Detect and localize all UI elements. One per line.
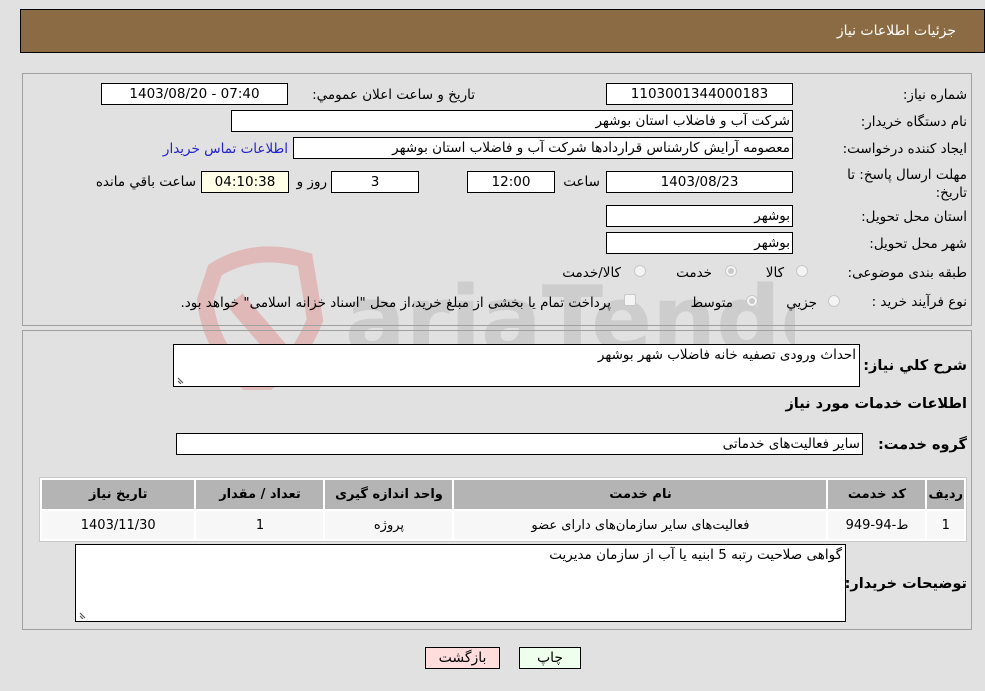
cell-service-code: ط-94-949: [828, 511, 926, 539]
print-button[interactable]: چاپ: [519, 647, 581, 669]
category-radio-goods[interactable]: [796, 265, 808, 277]
cell-service-name: فعالیت‌های سایر سازمان‌های دارای عضو: [454, 511, 827, 539]
deadline-time-label: ساعت: [563, 174, 600, 190]
purchase-type-label: نوع فرآیند خرید :: [871, 294, 967, 310]
page-title: جزئیات اطلاعات نیاز: [836, 23, 956, 39]
cell-quantity: 1: [196, 511, 324, 539]
page-header: جزئیات اطلاعات نیاز: [20, 9, 985, 53]
service-group-field: سایر فعالیت‌های خدماتی: [176, 433, 863, 455]
table-header-row: ردیف کد خدمت نام خدمت واحد اندازه گیری ت…: [42, 480, 964, 509]
purchase-radio-minor[interactable]: [828, 295, 840, 307]
services-section-title: اطلاعات خدمات مورد نیاز: [785, 396, 967, 412]
announce-datetime-label: تاریخ و ساعت اعلان عمومي:: [312, 87, 475, 103]
buyer-notes-label: توضیحات خریدار:: [844, 576, 967, 592]
buyer-org-label: نام دستگاه خریدار:: [860, 114, 967, 130]
buyer-notes-text: گواهی صلاحیت رتبه 5 ابنیه یا آب از سازما…: [549, 547, 842, 563]
col-header-unit: واحد اندازه گیری: [325, 480, 453, 509]
city-label: شهر محل تحویل:: [869, 236, 967, 252]
deadline-date-field: 1403/08/23: [606, 171, 793, 193]
description-text: احداث ورودی تصفیه خانه فاضلاب شهر بوشهر: [597, 347, 856, 363]
table-row: 1 ط-94-949 فعالیت‌های سایر سازمان‌های دا…: [42, 511, 964, 539]
time-remaining-label: ساعت باقي مانده: [95, 174, 196, 190]
category-option-goods-service: کالا/خدمت: [562, 265, 621, 281]
province-field: بوشهر: [606, 205, 793, 227]
description-label: شرح کلي نیاز:: [863, 358, 967, 374]
need-number-label: شماره نیاز:: [902, 87, 967, 103]
city-field: بوشهر: [606, 232, 793, 254]
category-label: طبقه بندی موضوعی:: [847, 265, 967, 281]
buyer-notes-textarea[interactable]: گواهی صلاحیت رتبه 5 ابنیه یا آب از سازما…: [75, 544, 846, 622]
col-header-need-date: تاریخ نیاز: [42, 480, 195, 509]
deadline-label: مهلت ارسال پاسخ: تا تاریخ:: [847, 167, 967, 201]
cell-row-number: 1: [927, 511, 964, 539]
col-header-service-name: نام خدمت: [454, 480, 827, 509]
deadline-time-field: 12:00: [467, 171, 555, 193]
creator-label: ایجاد کننده درخواست:: [842, 141, 967, 157]
service-group-label: گروه خدمت:: [877, 437, 967, 453]
days-remaining-field: 3: [331, 171, 419, 193]
buyer-contact-link[interactable]: اطلاعات تماس خریدار: [163, 141, 288, 157]
col-header-row-number: ردیف: [927, 480, 964, 509]
resize-grip-icon[interactable]: [78, 609, 88, 619]
province-label: استان محل تحویل:: [861, 209, 967, 225]
treasury-note: پرداخت تمام یا بخشی از مبلغ خرید،از محل …: [180, 295, 611, 311]
cell-unit: پروژه: [325, 511, 453, 539]
announce-datetime-field: 1403/08/20 - 07:40: [101, 83, 288, 105]
need-number-field: 1103001344000183: [606, 83, 793, 105]
category-radio-service[interactable]: [725, 265, 737, 277]
back-button[interactable]: بازگشت: [425, 647, 500, 669]
category-option-service: خدمت: [676, 265, 712, 281]
treasury-checkbox[interactable]: [624, 294, 636, 306]
purchase-option-minor: جزیي: [786, 295, 817, 311]
cell-need-date: 1403/11/30: [42, 511, 195, 539]
buyer-org-field: شرکت آب و فاضلاب استان بوشهر: [231, 110, 793, 132]
col-header-quantity: تعداد / مقدار: [196, 480, 324, 509]
time-remaining-field: 04:10:38: [201, 171, 289, 193]
category-option-goods: کالا: [765, 265, 784, 281]
col-header-service-code: کد خدمت: [828, 480, 926, 509]
purchase-option-medium: متوسط: [690, 295, 733, 311]
category-radio-goods-service[interactable]: [634, 265, 646, 277]
days-label: روز و: [296, 174, 327, 190]
creator-field: معصومه آرایش کارشناس قراردادها شرکت آب و…: [293, 137, 793, 159]
services-table: ردیف کد خدمت نام خدمت واحد اندازه گیری ت…: [39, 477, 967, 542]
resize-grip-icon[interactable]: [176, 374, 186, 384]
description-textarea[interactable]: احداث ورودی تصفیه خانه فاضلاب شهر بوشهر: [173, 344, 860, 387]
purchase-radio-medium[interactable]: [746, 295, 758, 307]
